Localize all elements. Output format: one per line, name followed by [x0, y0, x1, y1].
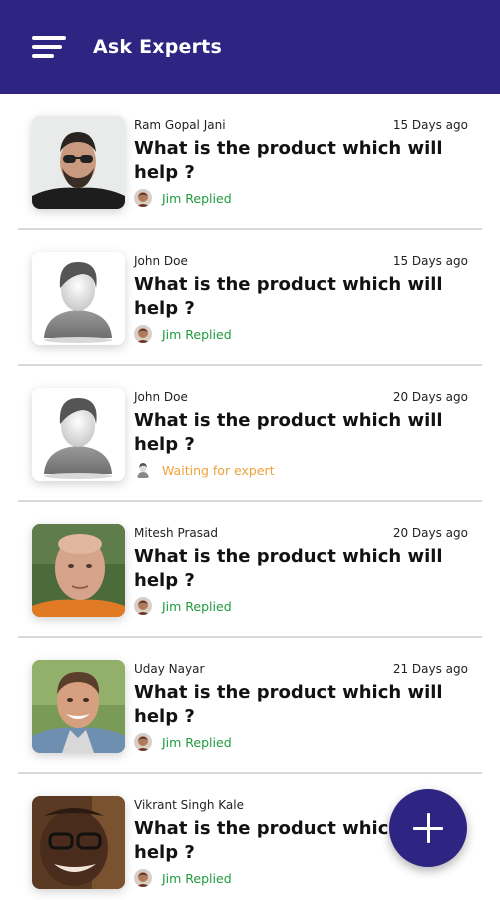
question-item[interactable]: Mitesh Prasad 20 Days ago What is the pr… — [18, 502, 482, 638]
question-text: What is the product which will help ? — [134, 546, 443, 591]
question-text: What is the product which will help ? — [134, 274, 443, 319]
status-text: Waiting for expert — [162, 462, 275, 478]
question-text: What is the product which will help ? — [134, 682, 443, 727]
timestamp: 21 Days ago — [392, 662, 468, 676]
question-item[interactable]: John Doe 15 Days ago What is the product… — [18, 230, 482, 366]
question-item[interactable]: Ram Gopal Jani 15 Days ago What is the p… — [18, 94, 482, 230]
status-text: Jim Replied — [162, 598, 232, 614]
timestamp: 20 Days ago — [392, 390, 468, 404]
default-user-icon — [134, 461, 152, 479]
question-item[interactable]: Uday Nayar 21 Days ago What is the produ… — [18, 638, 482, 774]
menu-icon[interactable] — [32, 36, 66, 58]
author-avatar — [32, 660, 125, 753]
status-text: Jim Replied — [162, 326, 232, 342]
author-avatar — [32, 252, 125, 345]
timestamp: 15 Days ago — [392, 118, 468, 132]
question-text: What is the product which will help ? — [134, 138, 443, 183]
app-bar: Ask Experts — [0, 0, 500, 94]
author-avatar — [32, 388, 125, 481]
expert-avatar — [134, 869, 152, 887]
add-question-button[interactable] — [389, 789, 467, 867]
author-name: John Doe — [134, 390, 188, 404]
expert-avatar — [134, 325, 152, 343]
expert-avatar — [134, 189, 152, 207]
expert-avatar — [134, 597, 152, 615]
expert-avatar — [134, 733, 152, 751]
page-title: Ask Experts — [93, 36, 222, 58]
author-avatar — [32, 796, 125, 889]
status-text: Jim Replied — [162, 870, 232, 886]
question-text: What is the product which will help ? — [134, 410, 443, 455]
author-name: John Doe — [134, 254, 188, 268]
author-name: Vikrant Singh Kale — [134, 798, 244, 812]
author-name: Ram Gopal Jani — [134, 118, 226, 132]
question-list: Ram Gopal Jani 15 Days ago What is the p… — [0, 94, 500, 900]
status-text: Jim Replied — [162, 190, 232, 206]
author-avatar — [32, 116, 125, 209]
timestamp: 15 Days ago — [392, 254, 468, 268]
timestamp: 20 Days ago — [392, 526, 468, 540]
question-item[interactable]: John Doe 20 Days ago What is the product… — [18, 366, 482, 502]
author-name: Uday Nayar — [134, 662, 205, 676]
author-name: Mitesh Prasad — [134, 526, 218, 540]
author-avatar — [32, 524, 125, 617]
status-text: Jim Replied — [162, 734, 232, 750]
